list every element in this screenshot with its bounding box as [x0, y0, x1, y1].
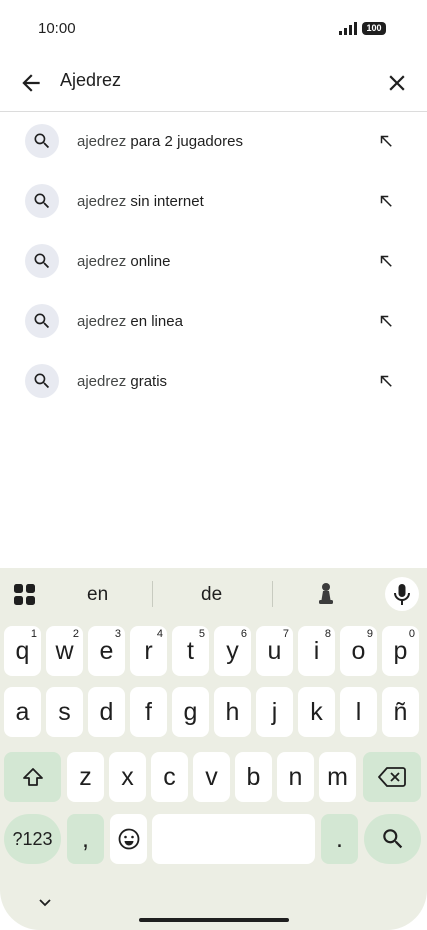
- divider: [272, 581, 273, 607]
- emoji-key[interactable]: [110, 814, 147, 864]
- search-bar: Ajedrez: [0, 58, 427, 112]
- comma-key[interactable]: ,: [67, 814, 104, 864]
- apps-grid-icon[interactable]: [14, 584, 36, 606]
- key-k[interactable]: k: [298, 687, 335, 737]
- search-input[interactable]: Ajedrez: [60, 70, 121, 91]
- fill-query-arrow-icon[interactable]: [377, 372, 395, 390]
- suggestion-text: ajedrez gratis: [77, 373, 168, 390]
- shift-icon: [22, 768, 43, 786]
- close-icon[interactable]: [384, 70, 410, 96]
- key-m[interactable]: m: [319, 752, 356, 802]
- emoji-icon: [118, 828, 139, 850]
- key-l[interactable]: l: [340, 687, 377, 737]
- chevron-down-icon[interactable]: [38, 898, 52, 908]
- fill-query-arrow-icon[interactable]: [377, 132, 395, 150]
- search-icon: [382, 829, 402, 849]
- shift-key[interactable]: [4, 752, 61, 802]
- suggestion-item[interactable]: ajedrez gratis: [0, 352, 427, 412]
- backspace-key[interactable]: [363, 752, 421, 802]
- search-icon: [25, 244, 59, 278]
- prediction-word[interactable]: de: [201, 584, 222, 606]
- key-c[interactable]: c: [151, 752, 188, 802]
- fill-query-arrow-icon[interactable]: [377, 192, 395, 210]
- symbols-key[interactable]: ?123: [4, 814, 61, 864]
- microphone-button[interactable]: [385, 577, 419, 611]
- key-enye[interactable]: ñ: [382, 687, 419, 737]
- key-p[interactable]: p0: [382, 626, 419, 676]
- search-key[interactable]: [364, 814, 421, 864]
- space-key[interactable]: [152, 814, 315, 864]
- gesture-navigation-bar[interactable]: [139, 918, 289, 922]
- divider: [152, 581, 153, 607]
- key-v[interactable]: v: [193, 752, 230, 802]
- prediction-word[interactable]: en: [87, 584, 108, 606]
- key-w[interactable]: w2: [46, 626, 83, 676]
- key-x[interactable]: x: [109, 752, 146, 802]
- key-u[interactable]: u7: [256, 626, 293, 676]
- key-r[interactable]: r4: [130, 626, 167, 676]
- search-icon: [25, 184, 59, 218]
- key-a[interactable]: a: [4, 687, 41, 737]
- key-n[interactable]: n: [277, 752, 314, 802]
- suggestion-item[interactable]: ajedrez online: [0, 232, 427, 292]
- signal-icon: [339, 22, 357, 35]
- fill-query-arrow-icon[interactable]: [377, 312, 395, 330]
- key-t[interactable]: t5: [172, 626, 209, 676]
- key-z[interactable]: z: [67, 752, 104, 802]
- keyboard: en de q1 w2 e3 r4 t5 y6 u7 i8 o9 p0 a s …: [0, 568, 427, 930]
- key-f[interactable]: f: [130, 687, 167, 737]
- key-j[interactable]: j: [256, 687, 293, 737]
- suggestion-text: ajedrez en linea: [77, 313, 183, 330]
- key-s[interactable]: s: [46, 687, 83, 737]
- suggestion-item[interactable]: ajedrez en linea: [0, 292, 427, 352]
- status-bar: 10:00 100: [0, 0, 427, 58]
- fill-query-arrow-icon[interactable]: [377, 252, 395, 270]
- key-y[interactable]: y6: [214, 626, 251, 676]
- search-icon: [25, 124, 59, 158]
- search-icon: [25, 304, 59, 338]
- key-d[interactable]: d: [88, 687, 125, 737]
- suggestion-text: ajedrez online: [77, 253, 171, 270]
- chess-pawn-emoji-icon[interactable]: [318, 582, 334, 606]
- microphone-icon: [394, 584, 410, 605]
- key-h[interactable]: h: [214, 687, 251, 737]
- key-e[interactable]: e3: [88, 626, 125, 676]
- suggestion-strip: en de: [0, 568, 427, 620]
- battery-icon: 100: [362, 22, 386, 35]
- key-q[interactable]: q1: [4, 626, 41, 676]
- status-time: 10:00: [38, 20, 76, 37]
- backspace-icon: [378, 767, 406, 787]
- suggestion-text: ajedrez para 2 jugadores: [77, 133, 243, 150]
- suggestion-item[interactable]: ajedrez para 2 jugadores: [0, 112, 427, 172]
- search-icon: [25, 364, 59, 398]
- key-g[interactable]: g: [172, 687, 209, 737]
- suggestion-text: ajedrez sin internet: [77, 193, 204, 210]
- back-arrow-icon[interactable]: [18, 70, 44, 96]
- key-b[interactable]: b: [235, 752, 272, 802]
- suggestion-item[interactable]: ajedrez sin internet: [0, 172, 427, 232]
- key-i[interactable]: i8: [298, 626, 335, 676]
- period-key[interactable]: .: [321, 814, 358, 864]
- key-o[interactable]: o9: [340, 626, 377, 676]
